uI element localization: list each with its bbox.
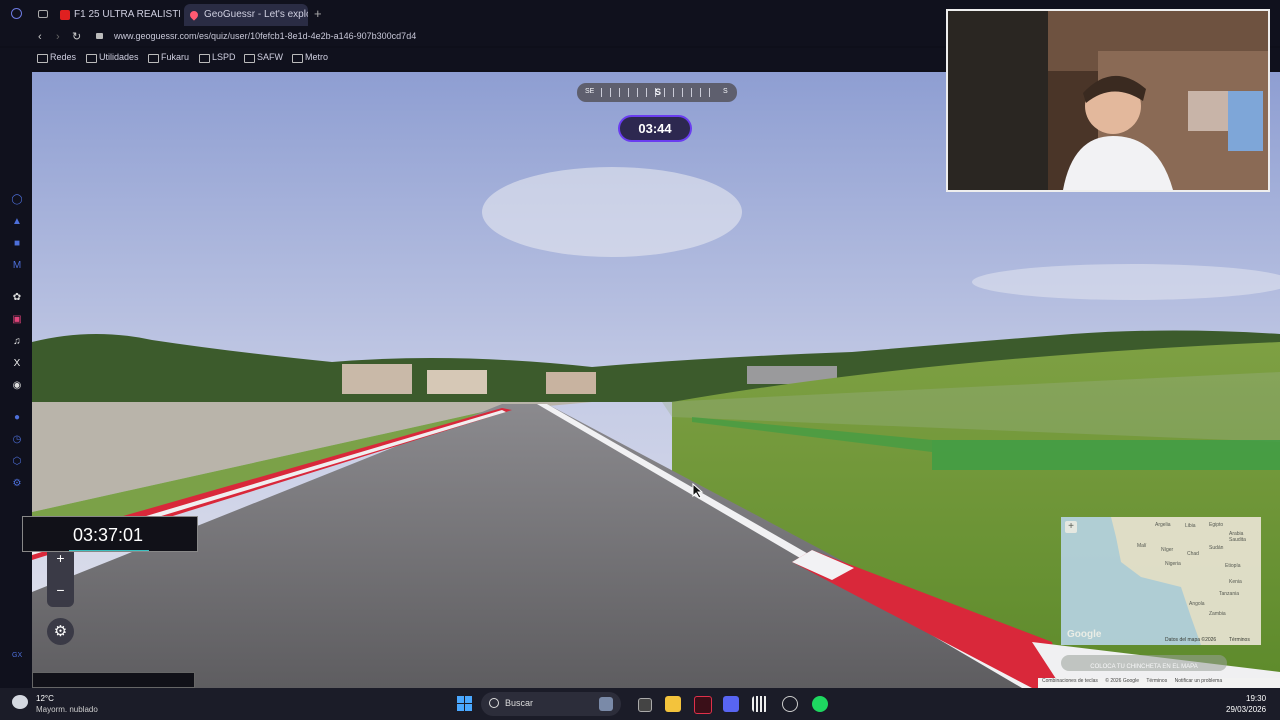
bookmark-redes[interactable]: Redes xyxy=(37,52,76,63)
spotify-icon[interactable] xyxy=(812,696,828,712)
bookmark-safw[interactable]: SAFW xyxy=(244,52,283,63)
map-label-chad: Chad xyxy=(1187,551,1199,557)
google-footer: Combinaciones de teclas © 2026 Google Té… xyxy=(1038,678,1280,688)
map-label-nigeria: Nigeria xyxy=(1165,561,1181,567)
taskbar-search[interactable]: Buscar xyxy=(481,692,621,716)
compass-strip[interactable]: SE S S xyxy=(577,83,737,102)
bookmark-lspd[interactable]: LSPD xyxy=(199,52,236,63)
sidebar-gx-label: GX xyxy=(12,652,23,659)
geoguessr-pin-icon xyxy=(188,9,200,21)
place-pin-hint[interactable]: COLOCA TU CHINCHETA EN EL MAPA xyxy=(1061,655,1227,671)
opera-gx-icon[interactable] xyxy=(694,696,712,714)
footer-shortcuts-link[interactable]: Combinaciones de teclas xyxy=(1042,678,1098,684)
history-icon[interactable]: ◯ xyxy=(11,194,23,206)
compass-center-label: S xyxy=(655,87,662,97)
guess-minimap[interactable]: Argelia Libia Egipto Arabia Saudita Malí… xyxy=(1061,517,1261,645)
url-field[interactable]: www.geoguessr.com/es/quiz/user/10fefcb1-… xyxy=(114,31,416,41)
bookmark-metro[interactable]: Metro xyxy=(292,52,328,63)
settings-button[interactable]: ⚙ xyxy=(47,618,74,645)
map-attribution: Datos del mapa ©2026 xyxy=(1165,637,1217,643)
wallet-icon[interactable] xyxy=(38,10,48,18)
weather-desc[interactable]: Mayorm. nublado xyxy=(36,705,98,714)
bookmark-utilidades[interactable]: Utilidades xyxy=(86,52,139,63)
weather-icon xyxy=(12,695,28,709)
back-button[interactable]: ‹ xyxy=(38,31,42,43)
weather-temp[interactable]: 12°C xyxy=(36,694,54,703)
zoom-control: + − xyxy=(47,544,74,607)
search-placeholder: Buscar xyxy=(505,698,534,708)
gear-icon: ⚙ xyxy=(53,623,68,640)
footer-copyright: © 2026 Google xyxy=(1105,678,1139,684)
stream-overlay-frame xyxy=(32,672,195,688)
map-label-niger: Níger xyxy=(1161,547,1174,553)
place-pin-hint-label: COLOCA TU CHINCHETA EN EL MAPA xyxy=(1090,664,1198,670)
windows-taskbar: 12°C Mayorm. nublado Buscar 19:30 29/03/… xyxy=(0,688,1280,720)
x-icon[interactable]: X xyxy=(11,358,23,370)
webcam-overlay xyxy=(946,9,1270,192)
clock-time[interactable]: 19:30 xyxy=(1246,694,1266,703)
chatgpt-icon[interactable]: ✿ xyxy=(11,292,23,304)
map-label-etiopia: Etiopía xyxy=(1225,563,1241,569)
clock-date[interactable]: 29/03/2026 xyxy=(1226,705,1266,714)
map-label-egipto: Egipto xyxy=(1209,522,1224,528)
windows-start-icon[interactable] xyxy=(457,696,472,711)
discord-taskbar-icon[interactable] xyxy=(723,696,739,712)
map-label-tanzania: Tanzania xyxy=(1219,591,1240,597)
mouse-cursor-icon xyxy=(692,483,704,499)
map-label-mali: Malí xyxy=(1137,543,1147,549)
footer-report-link[interactable]: Notificar un problema xyxy=(1175,678,1223,684)
google-logo: Google xyxy=(1067,629,1102,640)
zoom-in-button[interactable]: + xyxy=(47,550,74,566)
map-terms-link[interactable]: Términos xyxy=(1229,637,1250,643)
reload-button[interactable]: ↻ xyxy=(72,30,81,43)
stream-clock-accent xyxy=(69,550,149,551)
mail-icon[interactable]: M xyxy=(11,260,23,272)
tiktok-icon[interactable]: ♫ xyxy=(11,336,23,348)
compass-left-label: SE xyxy=(585,88,595,95)
discord-icon[interactable]: ◉ xyxy=(11,380,23,392)
task-view-icon[interactable] xyxy=(638,698,652,712)
extensions-icon[interactable]: ▲ xyxy=(11,216,23,228)
instagram-icon[interactable]: ▣ xyxy=(11,314,23,326)
map-zoom-in-button[interactable]: + xyxy=(1065,521,1077,533)
lock-icon xyxy=(96,33,103,39)
search-icon xyxy=(489,698,499,708)
map-label-angola: Angola xyxy=(1189,601,1205,607)
bookmark-fukaru[interactable]: Fukaru xyxy=(148,52,189,63)
stream-clock-overlay: 03:37:01 xyxy=(22,516,198,552)
new-tab-button[interactable]: + xyxy=(314,7,322,21)
shield-icon[interactable]: ⬡ xyxy=(11,456,23,468)
steam-icon[interactable] xyxy=(782,696,798,712)
webcam-feed-image xyxy=(948,11,1268,190)
audio-app-icon[interactable] xyxy=(752,696,768,712)
youtube-icon xyxy=(60,10,70,20)
compass-right-label: S xyxy=(723,88,728,95)
tab-youtube[interactable]: F1 25 ULTRA REALISTIC C xyxy=(54,4,180,26)
opera-menu-icon[interactable] xyxy=(11,8,22,19)
browser-sidebar: ◯ ▲ ■ M ✿ ▣ ♫ X ◉ ● ◷ ⬡ ⚙ GX xyxy=(0,70,32,688)
map-label-sudan: Sudán xyxy=(1209,545,1224,551)
search-highlight-icon xyxy=(599,697,613,711)
tab-geoguessr[interactable]: GeoGuessr - Let's explore xyxy=(184,4,308,26)
zoom-out-button[interactable]: − xyxy=(47,582,74,598)
settings-icon[interactable]: ⚙ xyxy=(11,478,23,490)
map-label-kenia: Kenia xyxy=(1229,579,1242,585)
map-label-arabia: Arabia Saudita xyxy=(1229,531,1246,543)
map-label-zambia: Zambia xyxy=(1209,611,1226,617)
tab-geoguessr-label: GeoGuessr - Let's explore xyxy=(204,9,308,20)
messenger-icon[interactable]: ● xyxy=(11,412,23,424)
footer-terms-link[interactable]: Términos xyxy=(1146,678,1167,684)
round-timer: 03:44 xyxy=(618,115,692,142)
stream-clock-value: 03:37:01 xyxy=(73,525,144,545)
map-label-libia: Libia xyxy=(1185,523,1196,529)
pinboard-icon[interactable]: ■ xyxy=(11,238,23,250)
tab-youtube-label: F1 25 ULTRA REALISTIC C xyxy=(74,9,180,20)
clock-icon[interactable]: ◷ xyxy=(11,434,23,446)
file-explorer-icon[interactable] xyxy=(665,696,681,712)
forward-button[interactable]: › xyxy=(56,31,60,43)
map-label-argelia: Argelia xyxy=(1155,522,1171,528)
